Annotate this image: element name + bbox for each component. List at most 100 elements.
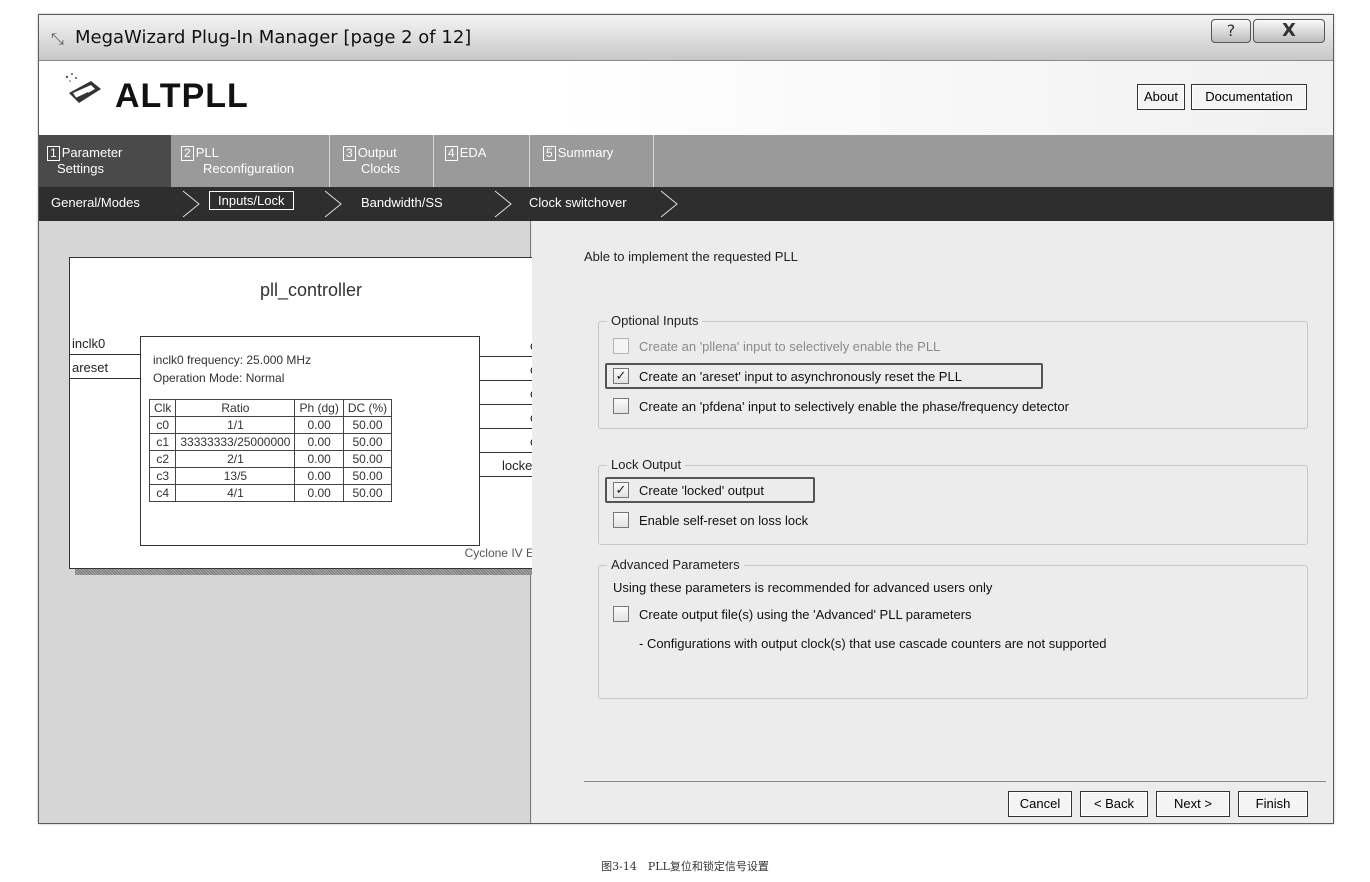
altpll-logo-icon [65,73,101,103]
table-cell: 13/5 [175,467,296,485]
step-label: Clocks [361,161,401,176]
subtab-clock-switchover[interactable]: Clock switchover [529,195,627,210]
pfdena-option[interactable]: Create an 'pfdena' input to selectively … [613,398,1069,414]
group-title: Advanced Parameters [607,557,744,572]
cancel-button[interactable]: Cancel [1008,791,1072,817]
pllena-option[interactable]: Create an 'pllena' input to selectively … [613,338,940,354]
advanced-option[interactable]: Create output file(s) using the 'Advance… [613,606,972,622]
table-cell: 50.00 [342,433,393,451]
step-label: Parameter [61,145,123,160]
table-cell: 0.00 [294,467,344,485]
table-row: c3 13/5 0.00 50.00 [148,467,393,485]
table-cell: 50.00 [342,467,393,485]
step-label: PLL [195,145,219,160]
step-eda[interactable]: 4 EDA [437,135,523,187]
step-bar: 1 Parameter Settings 2 PLL Reconfiguration… [39,135,1333,187]
locked-highlight [605,477,815,503]
pll-symbol: pll_controller inclk0 areset inclk0 freq… [69,257,553,569]
step-divider [653,135,654,187]
step-number: 4 [445,146,458,161]
back-button[interactable]: < Back [1080,791,1148,817]
option-label: Enable self-reset on loss lock [639,512,809,528]
input-frequency: inclk0 frequency: 25.000 MHz [153,353,312,367]
pfdena-checkbox[interactable] [613,398,629,414]
table-cell: 0.00 [294,433,344,451]
step-divider [529,135,530,187]
module-name: pll_controller [259,280,363,300]
subtab-general-modes[interactable]: General/Modes [51,195,140,210]
pllena-checkbox[interactable] [613,338,629,354]
finish-button[interactable]: Finish [1238,791,1308,817]
table-cell: 0.00 [294,484,344,502]
symbol-preview-pane: pll_controller inclk0 areset inclk0 freq… [39,221,559,823]
figure-caption: 图3-14 PLL复位和锁定信号设置 [601,860,769,873]
optional-inputs-group: Optional Inputs Create an 'pllena' input… [598,313,1308,429]
table-cell: c0 [148,416,177,434]
column-header: Clk [148,399,177,417]
group-title: Optional Inputs [607,313,703,328]
table-cell: c4 [148,484,177,502]
pll-core-box: inclk0 frequency: 25.000 MHz Operation M… [140,336,480,546]
device-family: Cyclone IV E [464,546,534,560]
areset-highlight [605,363,1043,389]
advanced-note: Using these parameters is recommended fo… [613,580,993,595]
step-parameter-settings[interactable]: 1 Parameter Settings [39,135,171,187]
step-summary[interactable]: 5 Summary [535,135,651,187]
step-pll-reconfiguration[interactable]: 2 PLL Reconfiguration [173,135,323,187]
settings-pane: Able to implement the requested PLL Opti… [532,221,1333,823]
about-button[interactable]: About [1137,84,1185,110]
product-name: ALTPLL [115,77,249,115]
subtab-bandwidth-ss[interactable]: Bandwidth/SS [361,195,443,210]
documentation-button[interactable]: Documentation [1191,84,1307,110]
help-button[interactable]: ? [1211,19,1251,43]
sub-tab-bar: General/Modes Inputs/Lock Bandwidth/SS C… [39,187,1333,221]
subtab-inputs-lock[interactable]: Inputs/Lock [209,191,294,210]
table-cell: 4/1 [175,484,296,502]
next-button[interactable]: Next > [1156,791,1230,817]
table-cell: 0.00 [294,416,344,434]
title-bar: ⤡ MegaWizard Plug-In Manager [page 2 of … [39,15,1333,61]
step-label: EDA [459,145,487,160]
status-message: Able to implement the requested PLL [584,249,798,264]
step-number: 2 [181,146,194,161]
chevron-right-icon [324,190,342,218]
table-cell: c3 [148,467,177,485]
close-button[interactable]: X [1253,19,1325,43]
table-row: c2 2/1 0.00 50.00 [148,450,393,468]
step-label: Summary [557,145,614,160]
chevron-right-icon [660,190,678,218]
table-cell: 50.00 [342,484,393,502]
input-pin-inclk0: inclk0 [72,336,106,351]
step-number: 1 [47,146,60,161]
column-header: DC (%) [342,399,393,417]
advanced-parameters-group: Advanced Parameters Using these paramete… [598,557,1308,699]
advanced-checkbox[interactable] [613,606,629,622]
cascade-note: - Configurations with output clock(s) th… [639,636,1107,651]
wand-icon: ⤡ [51,29,64,48]
step-output-clocks[interactable]: 3 Output Clocks [335,135,431,187]
pin-line [70,378,140,379]
chevron-right-icon [494,190,512,218]
step-number: 5 [543,146,556,161]
column-header: Ratio [175,399,296,417]
wizard-header: ALTPLL About Documentation [39,61,1333,143]
table-header-row: Clk Ratio Ph (dg) DC (%) [148,399,393,417]
table-cell: 0.00 [294,450,344,468]
option-label: Create output file(s) using the 'Advance… [639,606,972,622]
self-reset-option[interactable]: Enable self-reset on loss lock [613,512,808,528]
megawizard-window: ⤡ MegaWizard Plug-In Manager [page 2 of … [38,14,1334,824]
table-row: c1 33333333/25000000 0.00 50.00 [148,433,393,451]
table-cell: 2/1 [175,450,296,468]
step-number: 3 [343,146,356,161]
chevron-right-icon [182,190,200,218]
table-cell: 50.00 [342,416,393,434]
self-reset-checkbox[interactable] [613,512,629,528]
table-row: c4 4/1 0.00 50.00 [148,484,393,502]
clock-ratio-table: Clk Ratio Ph (dg) DC (%) c0 1/1 0.00 50.00 … [148,399,393,502]
option-label: Create an 'pfdena' input to selectively … [639,398,1069,414]
table-cell: c1 [148,433,177,451]
table-cell: 50.00 [342,450,393,468]
table-cell: c2 [148,450,177,468]
option-label: Create an 'pllena' input to selectively … [639,338,941,354]
table-cell: 33333333/25000000 [175,433,296,451]
